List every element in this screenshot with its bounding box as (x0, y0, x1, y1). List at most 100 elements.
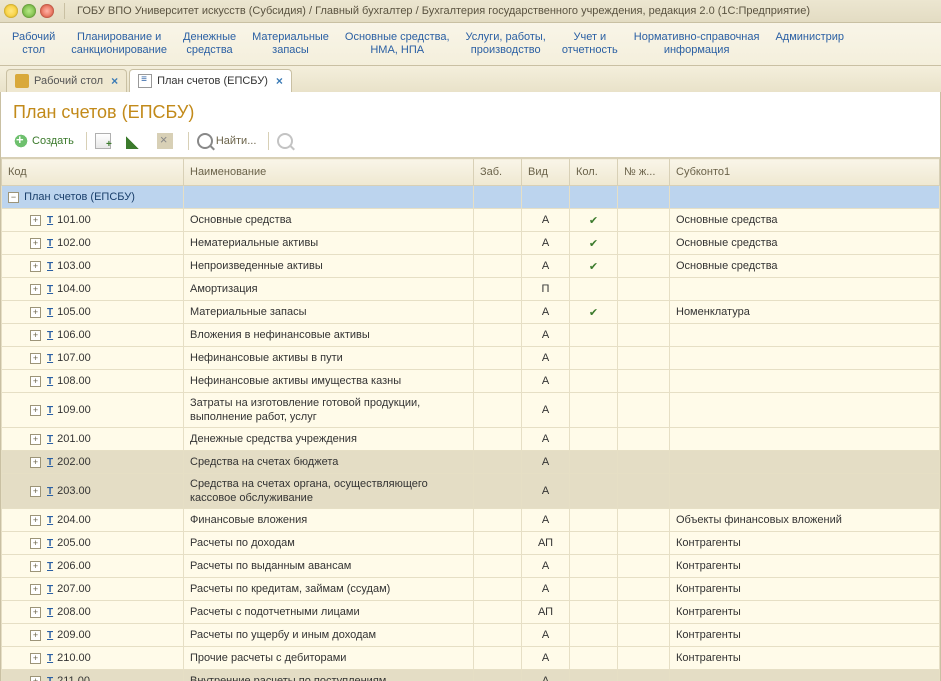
expand-icon[interactable]: + (30, 538, 41, 549)
table-row[interactable]: +T209.00Расчеты по ущербу и иным доходам… (2, 624, 940, 647)
expand-icon[interactable]: + (30, 515, 41, 526)
t-icon: T (47, 538, 53, 549)
code: 101.00 (57, 214, 91, 226)
name-cell: Прочие расчеты с дебиторами (184, 647, 474, 670)
nav-item-7[interactable]: Нормативно-справочнаяинформация (626, 25, 768, 65)
subkonto-cell: Контрагенты (670, 624, 940, 647)
page-title: План счетов (ЕПСБУ) (1, 92, 940, 131)
expand-icon[interactable]: + (30, 376, 41, 387)
zab-cell (474, 474, 522, 509)
nzh-cell (618, 647, 670, 670)
table-row[interactable]: +T205.00Расчеты по доходамАПКонтрагенты (2, 532, 940, 555)
table-row[interactable]: +T106.00Вложения в нефинансовые активыА (2, 324, 940, 347)
table-row[interactable]: +T203.00Средства на счетах органа, осуще… (2, 474, 940, 509)
accounts-grid[interactable]: КодНаименованиеЗаб.ВидКол.№ ж...Субконто… (1, 158, 940, 681)
nav-item-6[interactable]: Учет иотчетность (554, 25, 626, 65)
table-row[interactable]: +T211.00Внутренние расчеты по поступлени… (2, 670, 940, 681)
nav-item-8[interactable]: Администрир (767, 25, 852, 65)
table-row[interactable]: +T102.00Нематериальные активыА✔Основные … (2, 232, 940, 255)
tab-close-icon[interactable]: × (276, 74, 283, 88)
tab-0[interactable]: Рабочий стол× (6, 69, 127, 92)
table-row[interactable]: +T105.00Материальные запасыА✔Номенклатур… (2, 301, 940, 324)
t-icon: T (47, 434, 53, 445)
t-icon: T (47, 307, 53, 318)
nzh-cell (618, 347, 670, 370)
table-row[interactable]: +T206.00Расчеты по выданным авансамАКонт… (2, 555, 940, 578)
table-row[interactable]: +T104.00АмортизацияП (2, 278, 940, 301)
subkonto-cell (670, 278, 940, 301)
zab-cell (474, 347, 522, 370)
clear-find-button[interactable] (273, 131, 300, 151)
col-header-0[interactable]: Код (2, 159, 184, 186)
delete-button[interactable] (153, 131, 180, 151)
expand-icon[interactable]: + (30, 676, 41, 681)
t-icon: T (47, 353, 53, 364)
create-button[interactable]: Создать (9, 131, 78, 151)
table-row[interactable]: +T109.00Затраты на изготовление готовой … (2, 393, 940, 428)
nav-item-3[interactable]: Материальныезапасы (244, 25, 337, 65)
expand-icon[interactable]: + (30, 584, 41, 595)
expand-icon[interactable]: + (30, 353, 41, 364)
expand-icon[interactable]: + (30, 238, 41, 249)
table-row[interactable]: +T207.00Расчеты по кредитам, займам (ссу… (2, 578, 940, 601)
col-header-4[interactable]: Кол. (570, 159, 618, 186)
collapse-icon[interactable]: − (8, 192, 19, 203)
nzh-cell (618, 509, 670, 532)
table-row[interactable]: +T201.00Денежные средства учрежденияА (2, 428, 940, 451)
col-header-6[interactable]: Субконто1 (670, 159, 940, 186)
expand-icon[interactable]: + (30, 607, 41, 618)
toolbar: Создать Найти... (1, 131, 940, 158)
group-row[interactable]: − План счетов (ЕПСБУ) (2, 186, 940, 209)
expand-icon[interactable]: + (30, 261, 41, 272)
expand-icon[interactable]: + (30, 307, 41, 318)
nav-item-2[interactable]: Денежныесредства (175, 25, 244, 65)
subkonto-cell: Основные средства (670, 255, 940, 278)
col-header-3[interactable]: Вид (522, 159, 570, 186)
nav-item-1[interactable]: Планирование исанкционирование (63, 25, 175, 65)
nav-item-4[interactable]: Основные средства,НМА, НПА (337, 25, 458, 65)
expand-icon[interactable]: + (30, 561, 41, 572)
col-header-1[interactable]: Наименование (184, 159, 474, 186)
vid-cell: А (522, 578, 570, 601)
table-row[interactable]: +T210.00Прочие расчеты с дебиторамиАКонт… (2, 647, 940, 670)
col-header-2[interactable]: Заб. (474, 159, 522, 186)
window-close-icon[interactable] (40, 4, 54, 18)
tab-1[interactable]: План счетов (ЕПСБУ)× (129, 69, 292, 92)
table-row[interactable]: +T202.00Средства на счетах бюджетаА (2, 451, 940, 474)
expand-icon[interactable]: + (30, 405, 41, 416)
copy-button[interactable] (91, 131, 118, 151)
subkonto-cell (670, 370, 940, 393)
window-restore-icon[interactable] (22, 4, 36, 18)
tab-close-icon[interactable]: × (111, 74, 118, 88)
nav-item-0[interactable]: Рабочийстол (4, 25, 63, 65)
vid-cell: АП (522, 532, 570, 555)
t-icon: T (47, 330, 53, 341)
table-row[interactable]: +T101.00Основные средстваА✔Основные сред… (2, 209, 940, 232)
edit-button[interactable] (122, 131, 149, 151)
expand-icon[interactable]: + (30, 284, 41, 295)
expand-icon[interactable]: + (30, 457, 41, 468)
expand-icon[interactable]: + (30, 215, 41, 226)
t-icon: T (47, 607, 53, 618)
expand-icon[interactable]: + (30, 653, 41, 664)
nav-item-5[interactable]: Услуги, работы,производство (458, 25, 554, 65)
name-cell: Вложения в нефинансовые активы (184, 324, 474, 347)
subkonto-cell (670, 347, 940, 370)
code: 208.00 (57, 606, 91, 618)
vid-cell: А (522, 647, 570, 670)
find-button[interactable]: Найти... (193, 131, 261, 151)
table-row[interactable]: +T208.00Расчеты с подотчетными лицамиАПК… (2, 601, 940, 624)
table-row[interactable]: +T107.00Нефинансовые активы в путиА (2, 347, 940, 370)
name-cell: Затраты на изготовление готовой продукци… (184, 393, 474, 428)
expand-icon[interactable]: + (30, 434, 41, 445)
subkonto-cell: Контрагенты (670, 647, 940, 670)
expand-icon[interactable]: + (30, 630, 41, 641)
check-icon: ✔ (589, 215, 598, 227)
table-row[interactable]: +T103.00Непроизведенные активыА✔Основные… (2, 255, 940, 278)
table-row[interactable]: +T204.00Финансовые вложенияАОбъекты фина… (2, 509, 940, 532)
expand-icon[interactable]: + (30, 486, 41, 497)
expand-icon[interactable]: + (30, 330, 41, 341)
window-1c-icon[interactable] (4, 4, 18, 18)
table-row[interactable]: +T108.00Нефинансовые активы имущества ка… (2, 370, 940, 393)
col-header-5[interactable]: № ж... (618, 159, 670, 186)
